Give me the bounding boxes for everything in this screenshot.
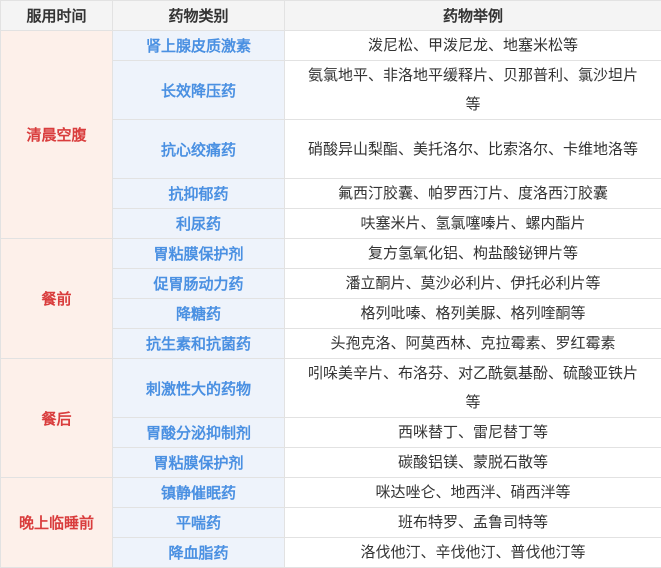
category-cell: 刺激性大的药物	[113, 359, 285, 418]
table-body: 清晨空腹肾上腺皮质激素泼尼松、甲泼尼龙、地塞米松等长效降压药氨氯地平、非洛地平缓…	[1, 31, 661, 568]
examples-cell: 泼尼松、甲泼尼龙、地塞米松等	[285, 31, 661, 61]
category-cell: 胃粘膜保护剂	[113, 239, 285, 269]
table-row: 餐前胃粘膜保护剂复方氢氧化铝、枸盐酸铋钾片等	[1, 239, 661, 269]
examples-cell: 吲哚美辛片、布洛芬、对乙酰氨基酚、硫酸亚铁片等	[285, 359, 661, 418]
examples-cell: 班布特罗、孟鲁司特等	[285, 508, 661, 538]
time-cell: 清晨空腹	[1, 31, 113, 239]
examples-cell: 硝酸异山梨酯、美托洛尔、比索洛尔、卡维地洛等	[285, 120, 661, 179]
category-cell: 胃粘膜保护剂	[113, 448, 285, 478]
examples-cell: 洛伐他汀、辛伐他汀、普伐他汀等	[285, 538, 661, 568]
examples-cell: 格列吡嗪、格列美脲、格列喹酮等	[285, 299, 661, 329]
time-cell: 晚上临睡前	[1, 478, 113, 568]
table-row: 清晨空腹肾上腺皮质激素泼尼松、甲泼尼龙、地塞米松等	[1, 31, 661, 61]
category-cell: 降糖药	[113, 299, 285, 329]
category-cell: 镇静催眠药	[113, 478, 285, 508]
examples-cell: 氟西汀胶囊、帕罗西汀片、度洛西汀胶囊	[285, 179, 661, 209]
category-cell: 抗抑郁药	[113, 179, 285, 209]
examples-cell: 潘立酮片、莫沙必利片、伊托必利片等	[285, 269, 661, 299]
category-cell: 平喘药	[113, 508, 285, 538]
table-row: 餐后刺激性大的药物吲哚美辛片、布洛芬、对乙酰氨基酚、硫酸亚铁片等	[1, 359, 661, 418]
examples-cell: 呋塞米片、氢氯噻嗪片、螺内酯片	[285, 209, 661, 239]
table-header: 服用时间 药物类别 药物举例	[1, 1, 661, 31]
header-row: 服用时间 药物类别 药物举例	[1, 1, 661, 31]
category-cell: 降血脂药	[113, 538, 285, 568]
examples-cell: 头孢克洛、阿莫西林、克拉霉素、罗红霉素	[285, 329, 661, 359]
category-cell: 长效降压药	[113, 61, 285, 120]
examples-cell: 西咪替丁、雷尼替丁等	[285, 418, 661, 448]
category-cell: 抗心绞痛药	[113, 120, 285, 179]
examples-cell: 碳酸铝镁、蒙脱石散等	[285, 448, 661, 478]
category-cell: 利尿药	[113, 209, 285, 239]
time-cell: 餐后	[1, 359, 113, 478]
header-time: 服用时间	[1, 1, 113, 31]
category-cell: 胃酸分泌抑制剂	[113, 418, 285, 448]
examples-cell: 咪达唑仑、地西泮、硝西泮等	[285, 478, 661, 508]
category-cell: 抗生素和抗菌药	[113, 329, 285, 359]
medication-timing-table: 服用时间 药物类别 药物举例 清晨空腹肾上腺皮质激素泼尼松、甲泼尼龙、地塞米松等…	[0, 0, 661, 568]
time-cell: 餐前	[1, 239, 113, 359]
category-cell: 促胃肠动力药	[113, 269, 285, 299]
table-row: 晚上临睡前镇静催眠药咪达唑仑、地西泮、硝西泮等	[1, 478, 661, 508]
examples-cell: 氨氯地平、非洛地平缓释片、贝那普利、氯沙坦片等	[285, 61, 661, 120]
header-category: 药物类别	[113, 1, 285, 31]
category-cell: 肾上腺皮质激素	[113, 31, 285, 61]
examples-cell: 复方氢氧化铝、枸盐酸铋钾片等	[285, 239, 661, 269]
header-examples: 药物举例	[285, 1, 661, 31]
